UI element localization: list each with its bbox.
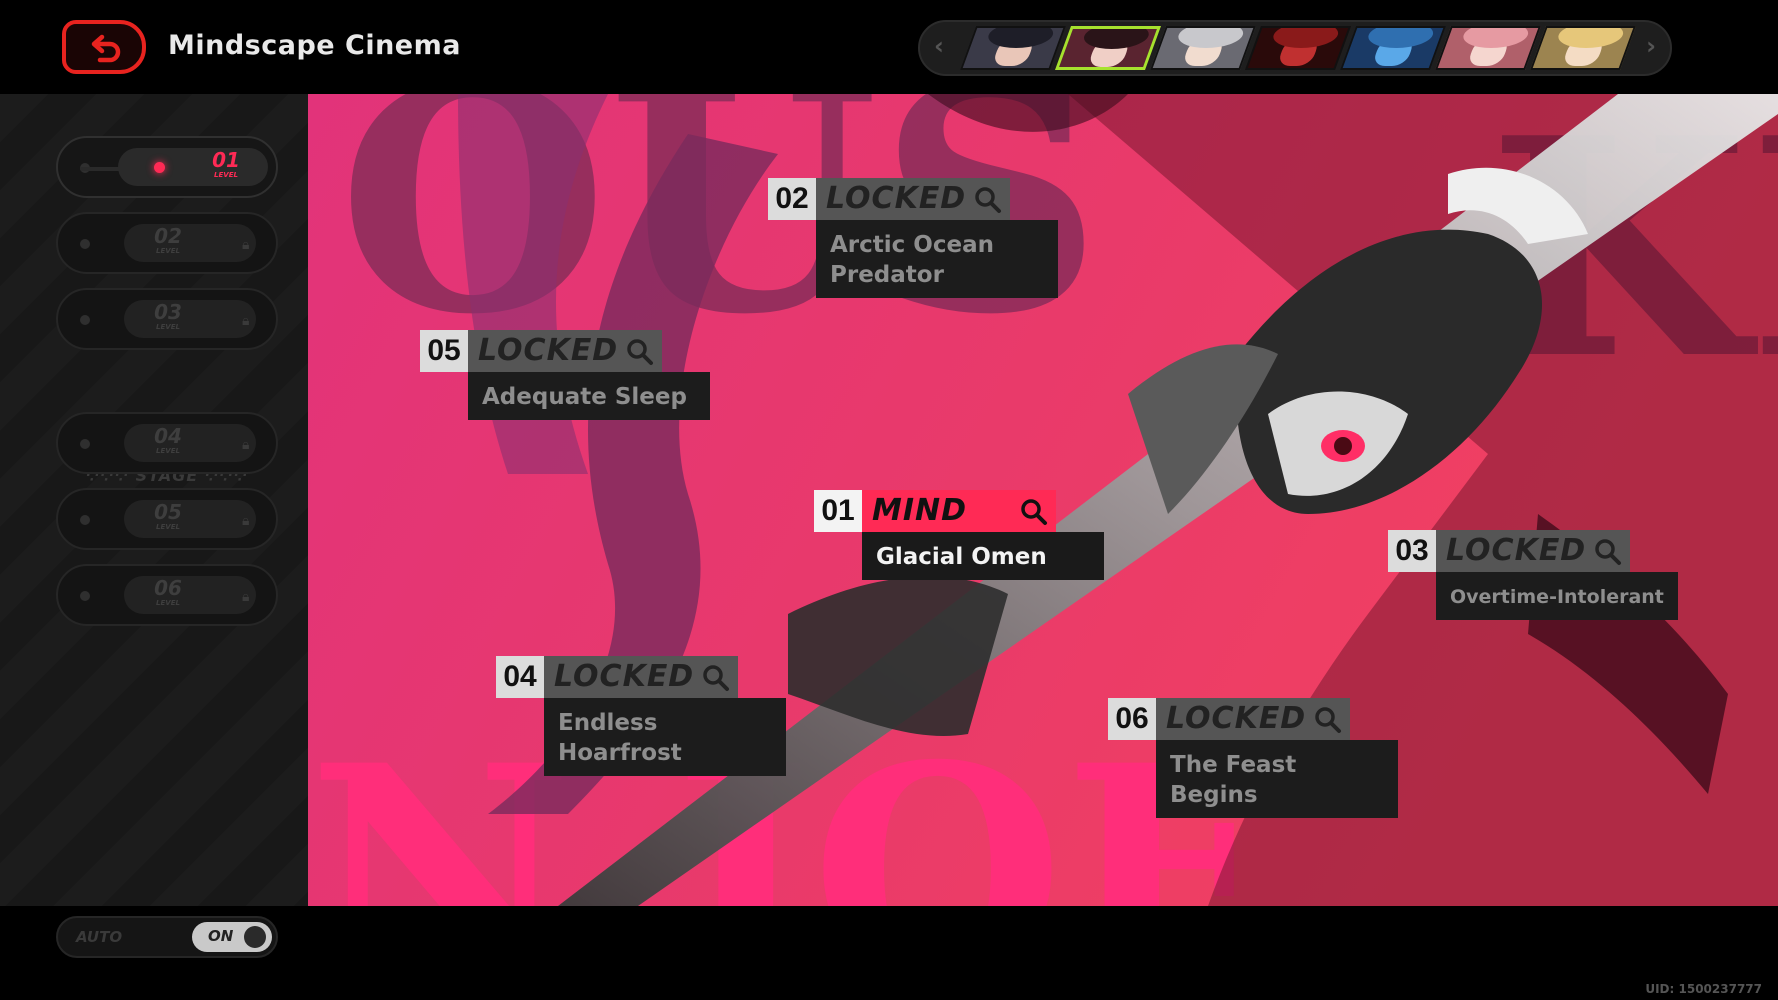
level-button-03[interactable]: 03 LEVEL 🔒︎: [56, 288, 278, 350]
lock-icon: 🔒︎: [242, 237, 250, 253]
character-portrait-3[interactable]: [1149, 26, 1257, 70]
level-number: 05: [154, 500, 182, 524]
level-caption: LEVEL: [156, 599, 180, 607]
chevron-left-icon[interactable]: ‹: [934, 32, 944, 60]
mindscape-number: 04: [496, 656, 544, 698]
character-portrait-7[interactable]: [1529, 26, 1637, 70]
mindscape-number: 02: [768, 178, 816, 220]
level-caption: LEVEL: [156, 247, 180, 255]
portrait-hair: [1554, 26, 1628, 48]
level-number: 06: [154, 576, 182, 600]
portrait-hair: [1459, 26, 1533, 48]
mindscape-name-box: Arctic Ocean Predator: [816, 220, 1058, 298]
auto-label: AUTO: [76, 928, 123, 946]
level-number: 04: [154, 424, 182, 448]
level-dot: [80, 239, 90, 249]
mindscape-name: Overtime-Intolerant: [1450, 586, 1664, 608]
level-number: 03: [154, 300, 182, 324]
mindscape-state-bar: MIND: [862, 490, 1056, 532]
level-dot: [80, 515, 90, 525]
level-button-06[interactable]: 06 LEVEL 🔒︎: [56, 564, 278, 626]
mindscape-state: LOCKED: [1446, 533, 1587, 568]
toggle-state: ON: [208, 927, 234, 945]
search-icon[interactable]: [702, 664, 730, 692]
mindscape-name-box: Overtime-Intolerant: [1436, 572, 1678, 620]
toggle-knob: [244, 926, 266, 948]
top-bar: Mindscape Cinema ‹ ›: [0, 0, 1778, 94]
portrait-hair: [1269, 26, 1343, 48]
portrait-hair: [1364, 26, 1438, 48]
mindscape-name: Arctic Ocean Predator: [830, 232, 994, 288]
back-arrow-icon: [91, 34, 121, 63]
lock-icon: 🔒︎: [242, 437, 250, 453]
mindscape-state: LOCKED: [478, 333, 619, 368]
search-icon[interactable]: [626, 338, 654, 366]
portrait-hair: [1079, 26, 1154, 49]
mindscape-name-box: Adequate Sleep: [468, 372, 710, 420]
character-selector: ‹ ›: [918, 20, 1672, 76]
portrait-hair: [984, 26, 1058, 48]
back-button[interactable]: [62, 20, 146, 74]
mindscape-name-box: Endless Hoarfrost: [544, 698, 786, 776]
mindscape-name-box: The Feast Begins: [1156, 740, 1398, 818]
level-button-01[interactable]: 01 LEVEL: [56, 136, 278, 198]
character-portrait-6[interactable]: [1434, 26, 1542, 70]
mindscape-name: Adequate Sleep: [482, 384, 687, 410]
mindscape-name-box: Glacial Omen: [862, 532, 1104, 580]
level-caption: LEVEL: [156, 323, 180, 331]
level-sidebar: 01 LEVEL 02 LEVEL 🔒︎ 03 LEVEL 🔒︎ ⁘⁘⁘ STA…: [0, 94, 308, 958]
character-portrait-4[interactable]: [1244, 26, 1352, 70]
mindscape-state-bar: LOCKED: [1436, 530, 1630, 572]
mindscape-name: Glacial Omen: [876, 544, 1047, 570]
mindscape-stage: OUS KI N JOE 02 LOCKED Arctic Ocean Pred…: [308, 94, 1778, 906]
mindscape-name: Endless Hoarfrost: [558, 710, 682, 766]
level-dot: [80, 439, 90, 449]
search-icon[interactable]: [1594, 538, 1622, 566]
search-icon[interactable]: [1314, 706, 1342, 734]
mindscape-state-bar: LOCKED: [1156, 698, 1350, 740]
level-dot: [80, 591, 90, 601]
lock-icon: 🔒︎: [242, 589, 250, 605]
mindscape-number: 03: [1388, 530, 1436, 572]
lock-icon: 🔒︎: [242, 313, 250, 329]
portrait-hair: [1174, 26, 1248, 48]
level-number: 01: [212, 148, 240, 172]
mindscape-state-bar: LOCKED: [544, 656, 738, 698]
level-button-05[interactable]: 05 LEVEL 🔒︎: [56, 488, 278, 550]
mindscape-number: 01: [814, 490, 862, 532]
level-dot: [80, 315, 90, 325]
mindscape-state: LOCKED: [1166, 701, 1307, 736]
mindscape-state: LOCKED: [554, 659, 695, 694]
character-portrait-2[interactable]: [1054, 26, 1162, 70]
mindscape-state: LOCKED: [826, 181, 967, 216]
character-portrait-1[interactable]: [959, 26, 1067, 70]
chevron-right-icon[interactable]: ›: [1646, 32, 1656, 60]
character-portrait-5[interactable]: [1339, 26, 1447, 70]
lock-icon: 🔒︎: [242, 513, 250, 529]
level-number: 02: [154, 224, 182, 248]
level-caption: LEVEL: [214, 171, 238, 179]
mindscape-state: MIND: [872, 493, 968, 528]
user-id: UID: 1500237777: [1645, 982, 1762, 996]
page-title: Mindscape Cinema: [168, 30, 461, 61]
level-button-02[interactable]: 02 LEVEL 🔒︎: [56, 212, 278, 274]
mindscape-state-bar: LOCKED: [816, 178, 1010, 220]
level-caption: LEVEL: [156, 447, 180, 455]
level-button-04[interactable]: 04 LEVEL 🔒︎: [56, 412, 278, 474]
search-icon[interactable]: [974, 186, 1002, 214]
search-icon[interactable]: [1020, 498, 1048, 526]
mindscape-state-bar: LOCKED: [468, 330, 662, 372]
level-active-indicator: [154, 162, 165, 173]
mindscape-number: 05: [420, 330, 468, 372]
mindscape-number: 06: [1108, 698, 1156, 740]
level-caption: LEVEL: [156, 523, 180, 531]
auto-toggle[interactable]: AUTO ON: [56, 916, 278, 958]
mindscape-name: The Feast Begins: [1170, 752, 1297, 808]
